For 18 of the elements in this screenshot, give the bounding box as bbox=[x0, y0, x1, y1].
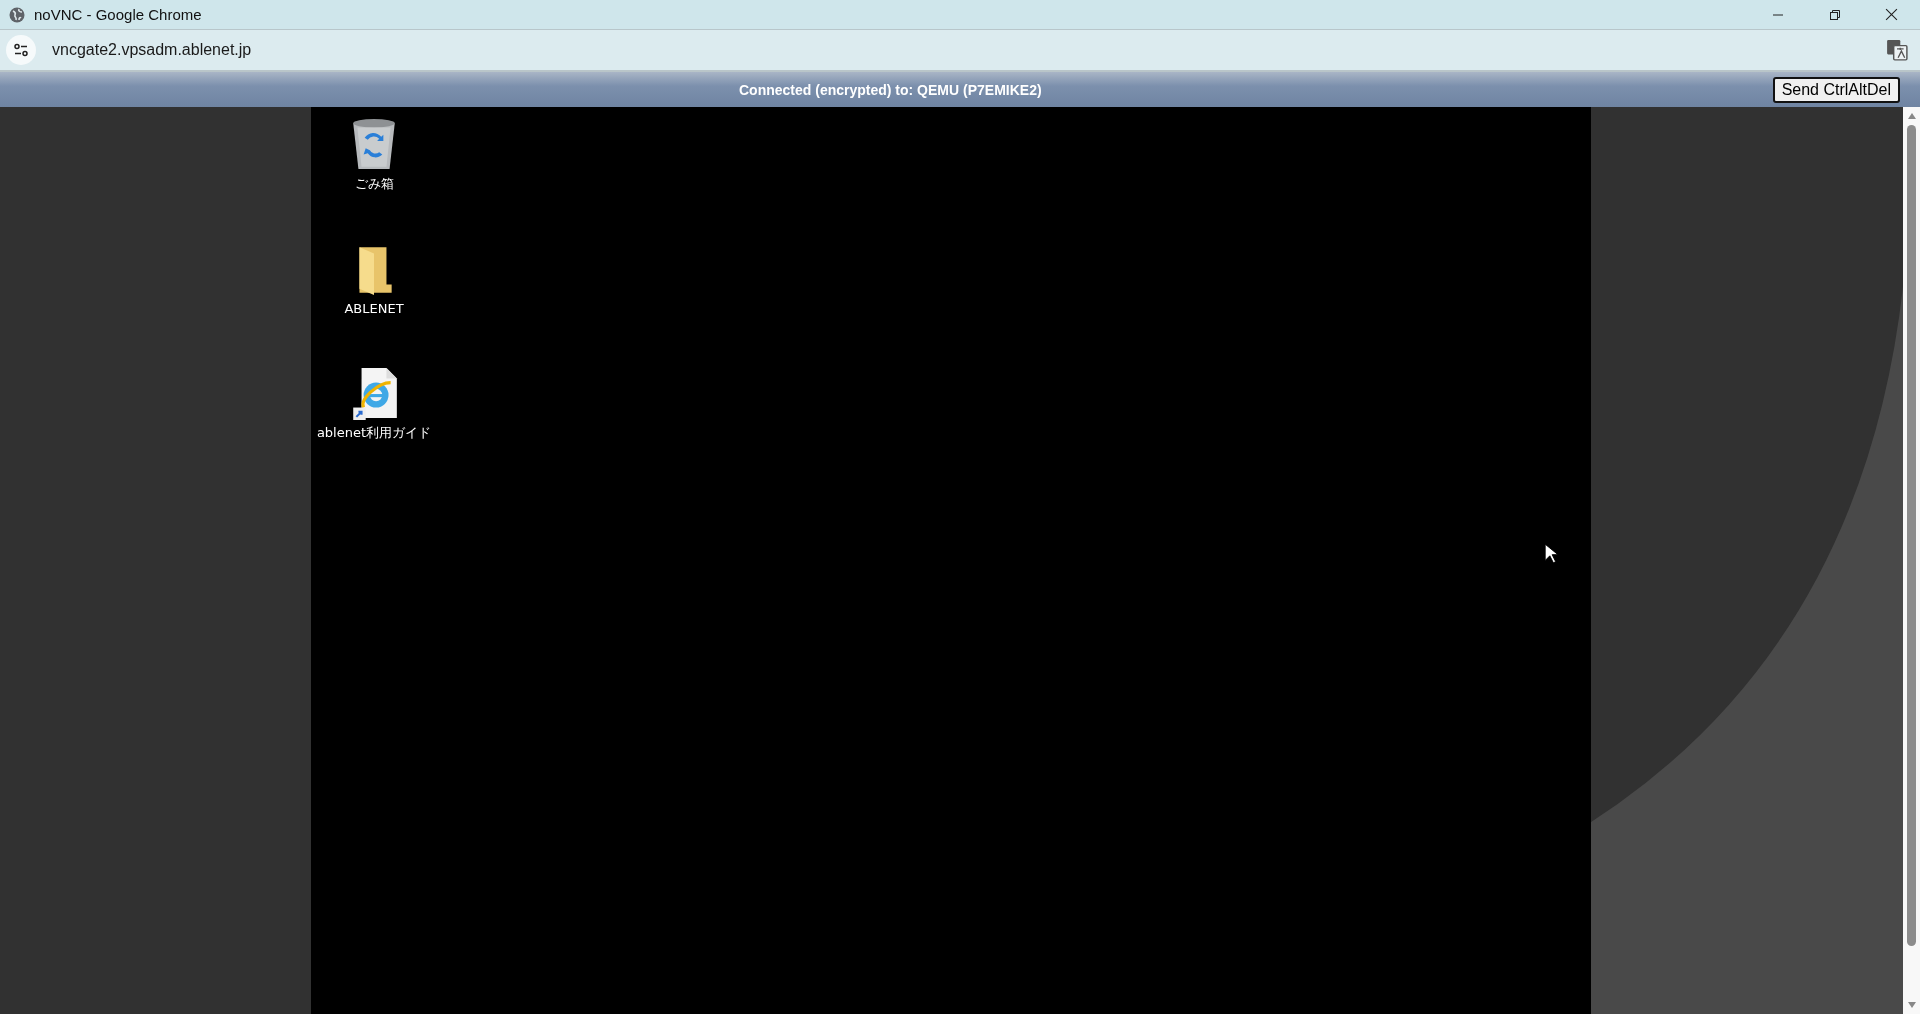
site-settings-button[interactable] bbox=[6, 35, 36, 65]
desktop-icon-label[interactable]: ablenet利用ガイド bbox=[316, 424, 432, 442]
desktop-icon-label[interactable]: ごみ箱 bbox=[354, 175, 394, 193]
close-icon bbox=[1885, 8, 1898, 21]
remote-desktop[interactable]: ごみ箱 ABLENET ablenet利用ガイド bbox=[311, 107, 1591, 1014]
translate-icon[interactable] bbox=[1886, 39, 1908, 61]
connection-status: Connected (encrypted) to: QEMU (P7EMIKE2) bbox=[739, 81, 1042, 98]
scroll-up-arrow-icon[interactable] bbox=[1906, 112, 1917, 120]
scrollbar[interactable] bbox=[1903, 107, 1920, 1014]
desktop-icon-label[interactable]: ABLENET bbox=[344, 301, 404, 316]
window-title: noVNC - Google Chrome bbox=[34, 6, 202, 23]
globe-icon bbox=[9, 6, 25, 23]
restore-icon bbox=[1828, 8, 1841, 21]
url-text[interactable]: vncgate2.vpsadm.ablenet.jp bbox=[52, 41, 252, 59]
mouse-pointer-icon bbox=[1544, 543, 1558, 564]
send-ctrl-alt-del-button[interactable]: Send CtrlAltDel bbox=[1772, 76, 1900, 103]
scroll-down-arrow-icon[interactable] bbox=[1906, 1001, 1917, 1009]
sliders-icon bbox=[13, 42, 29, 58]
